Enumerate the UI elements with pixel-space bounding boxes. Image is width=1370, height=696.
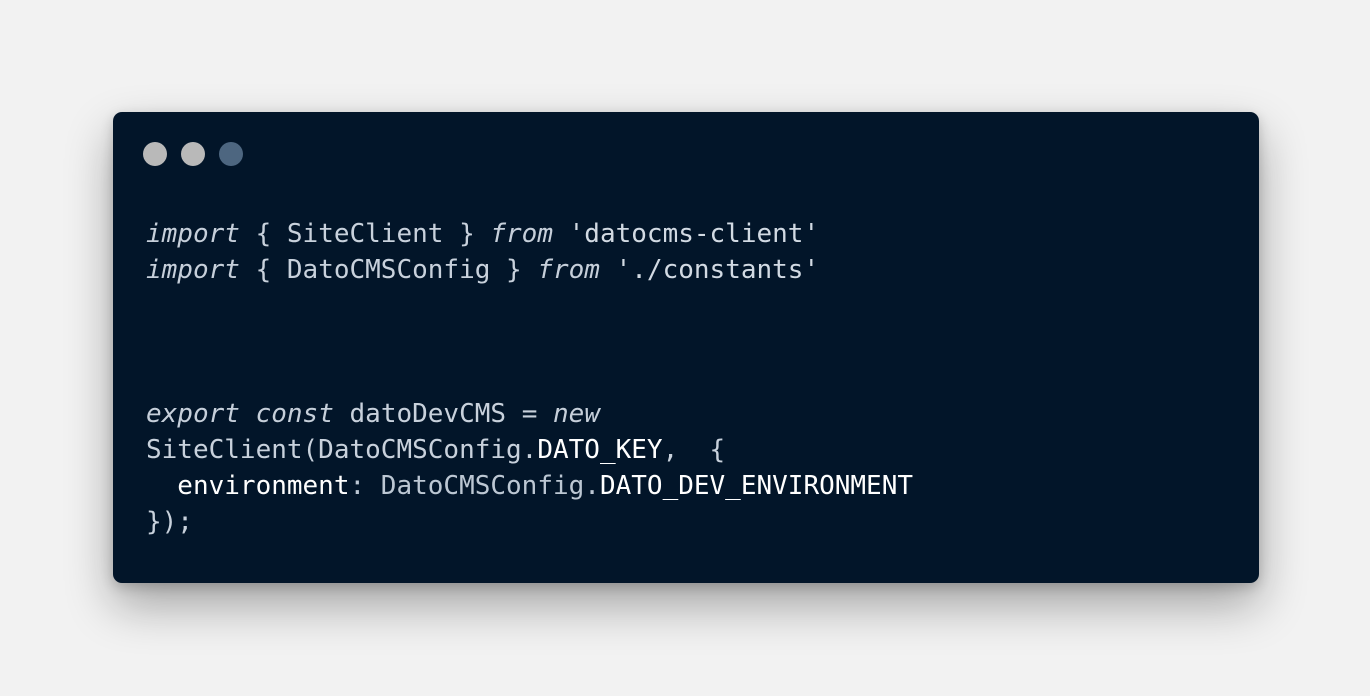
- variable-declaration: datoDevCMS =: [333, 399, 554, 429]
- code-window: import { SiteClient } from 'datocms-clie…: [113, 112, 1259, 583]
- code-line-3: export const datoDevCMS = new: [146, 396, 913, 432]
- keyword-import: import: [146, 219, 240, 249]
- keyword-from: from: [490, 219, 553, 249]
- punctuation: , {: [662, 435, 726, 465]
- closing-punctuation: });: [146, 507, 193, 537]
- keyword-import: import: [146, 255, 240, 285]
- import-specifier: { SiteClient }: [239, 219, 491, 249]
- close-dot-icon: [143, 142, 167, 166]
- code-line-4: SiteClient(DatoCMSConfig.DATO_KEY, {: [146, 432, 913, 468]
- keyword-from: from: [537, 255, 600, 285]
- code-block: import { SiteClient } from 'datocms-clie…: [146, 216, 913, 540]
- constant-name: DATO_KEY: [537, 435, 663, 465]
- code-line-1: import { SiteClient } from 'datocms-clie…: [146, 216, 913, 252]
- minimize-dot-icon: [181, 142, 205, 166]
- keyword-new: new: [553, 399, 600, 429]
- constructor-call: SiteClient(DatoCMSConfig.: [146, 435, 538, 465]
- constant-name: DATO_DEV_ENVIRONMENT: [599, 471, 914, 501]
- module-path: 'datocms-client': [553, 219, 820, 249]
- zoom-dot-icon: [219, 142, 243, 166]
- code-line-6: });: [146, 504, 913, 540]
- code-line-2: import { DatoCMSConfig } from './constan…: [146, 252, 913, 288]
- property-key: environment: [146, 471, 350, 501]
- window-controls: [143, 142, 243, 166]
- property-value-prefix: : DatoCMSConfig.: [349, 471, 600, 501]
- module-path: './constants': [599, 255, 820, 285]
- keyword-const: const: [255, 399, 334, 429]
- code-line-5: environment: DatoCMSConfig.DATO_DEV_ENVI…: [146, 468, 913, 504]
- import-specifier: { DatoCMSConfig }: [239, 255, 538, 285]
- keyword-export: export: [146, 399, 240, 429]
